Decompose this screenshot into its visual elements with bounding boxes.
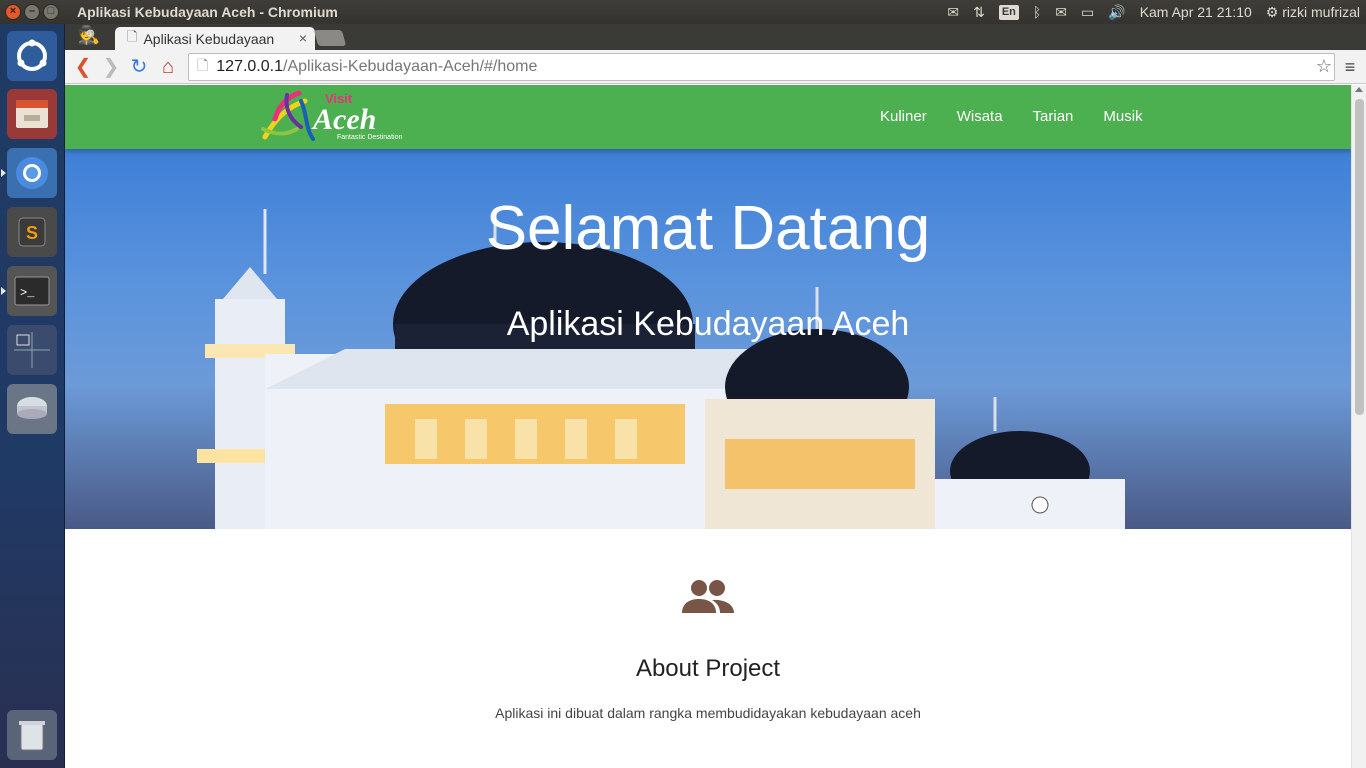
hero-subtitle: Aplikasi Kebudayaan Aceh [506, 305, 910, 343]
user-name: rizki mufrizal [1282, 4, 1360, 20]
ubuntu-dash-icon[interactable] [7, 31, 57, 81]
address-bar[interactable]: 🗋 127.0.0.1/Aplikasi-Kebudayaan-Aceh/#/h… [188, 53, 1335, 81]
launcher: S >_ [0, 24, 65, 768]
new-tab-button[interactable] [313, 30, 347, 46]
nav-link-musik[interactable]: Musik [1088, 85, 1157, 149]
running-indicator [1, 169, 6, 177]
nav-link-tarian[interactable]: Tarian [1018, 85, 1089, 149]
browser-menu-icon[interactable]: ≡ [1339, 55, 1361, 79]
window-controls: × – □ [5, 4, 59, 20]
workspace-switcher-icon[interactable] [7, 325, 57, 375]
tab-strip: 🕵 🗋 Aplikasi Kebudayaan × [65, 24, 1366, 50]
logo-tagline: Fantastic Destination [337, 134, 402, 141]
sublime-text-icon[interactable]: S [7, 207, 57, 257]
page-icon: 🗋 [127, 28, 138, 44]
hero-banner: Selamat Datang Aplikasi Kebudayaan Aceh [65, 149, 1351, 529]
page-scrollbar[interactable] [1351, 85, 1366, 768]
trash-icon[interactable] [7, 710, 57, 760]
svg-text:S: S [26, 223, 38, 243]
terminal-icon[interactable]: >_ [7, 266, 57, 316]
maximize-window-button[interactable]: □ [43, 4, 59, 20]
files-icon[interactable] [7, 89, 57, 139]
bookmark-star-icon[interactable]: ☆ [1316, 56, 1332, 77]
forward-button[interactable]: ❯ [99, 55, 123, 79]
user-menu[interactable]: ⚙ rizki mufrizal [1266, 0, 1360, 24]
close-window-button[interactable]: × [5, 4, 21, 20]
page-viewport: Visit Aceh Fantastic Destination Kuliner… [65, 85, 1351, 768]
minimize-window-button[interactable]: – [24, 4, 40, 20]
about-title: About Project [635, 655, 781, 682]
incognito-icon: 🕵 [77, 25, 101, 45]
tab-title: Aplikasi Kebudayaan [143, 30, 275, 47]
chromium-icon[interactable] [7, 148, 57, 198]
keyboard-layout-indicator[interactable]: En [998, 4, 1019, 20]
site-nav-links: Kuliner Wisata Tarian Musik [865, 85, 1158, 149]
browser-window: 🕵 🗋 Aplikasi Kebudayaan × ❮ ❯ ↻ ⌂ 🗋 127.… [65, 24, 1366, 768]
site-navbar: Visit Aceh Fantastic Destination Kuliner… [65, 85, 1351, 149]
about-section: About Project Aplikasi ini dibuat dalam … [65, 529, 1351, 768]
drive-icon[interactable] [7, 384, 57, 434]
gear-icon: ⚙ [1265, 4, 1279, 20]
reload-icon[interactable]: ↻ [127, 55, 151, 79]
nav-link-kuliner[interactable]: Kuliner [865, 85, 942, 149]
page-icon: 🗋 [197, 57, 209, 73]
about-text: Aplikasi ini dibuat dalam rangka membudi… [495, 705, 921, 721]
url-host: 127.0.0.1 [216, 58, 283, 75]
bluetooth-icon[interactable]: ᛒ [1033, 0, 1041, 24]
clock[interactable]: Kam Apr 21 21:10 [1140, 0, 1252, 24]
indicator-area: ✉ ⇅ En ᛒ ✉ ▭ 🔊 Kam Apr 21 21:10 ⚙ rizki … [947, 0, 1366, 24]
mail-icon[interactable]: ✉ [1055, 0, 1067, 24]
visit-aceh-logo[interactable]: Visit Aceh Fantastic Destination [257, 89, 409, 145]
running-indicator [1, 287, 6, 295]
hero-title: Selamat Datang [485, 194, 931, 263]
window-title: Aplikasi Kebudayaan Aceh - Chromium [77, 4, 338, 20]
battery-icon[interactable]: ▭ [1081, 0, 1094, 24]
scrollbar-thumb[interactable] [1355, 99, 1364, 415]
network-icon[interactable]: ⇅ [973, 0, 985, 24]
browser-toolbar: ❮ ❯ ↻ ⌂ 🗋 127.0.0.1/Aplikasi-Kebudayaan-… [65, 50, 1366, 84]
scroll-up-arrow-icon[interactable] [1355, 87, 1363, 92]
volume-icon[interactable]: 🔊 [1108, 0, 1125, 24]
logo-main-text: Aceh [311, 103, 376, 136]
messaging-icon[interactable]: ✉ [947, 0, 959, 24]
home-icon[interactable]: ⌂ [156, 55, 180, 79]
top-panel: × – □ Aplikasi Kebudayaan Aceh - Chromiu… [0, 0, 1366, 24]
svg-text:>_: >_ [20, 286, 35, 300]
back-button[interactable]: ❮ [71, 55, 95, 79]
people-icon [682, 580, 734, 613]
url-path: /Aplikasi-Kebudayaan-Aceh/#/home [283, 58, 538, 75]
tab-active[interactable]: 🗋 Aplikasi Kebudayaan × [115, 27, 315, 50]
close-tab-icon[interactable]: × [299, 30, 307, 46]
nav-link-wisata[interactable]: Wisata [942, 85, 1018, 149]
